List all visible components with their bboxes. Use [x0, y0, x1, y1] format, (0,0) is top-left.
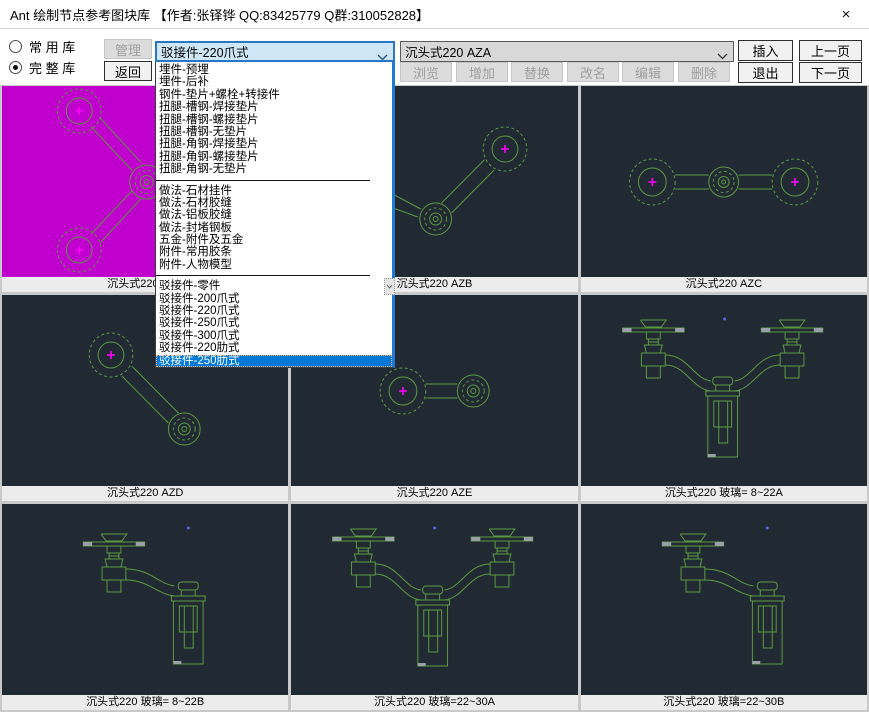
cell-caption: 沉头式220 AZC	[580, 277, 867, 292]
category-combobox[interactable]: 驳接件-220爪式	[155, 41, 395, 62]
cad-canvas[interactable]	[580, 504, 867, 695]
category-dropdown-list[interactable]: 埋件-预埋 埋件-后补 钢件-垫片+螺栓+转接件 扭腿-槽钢-焊接垫片 扭腿-槽钢-螺接…	[155, 62, 395, 368]
cell-caption: 沉头式220 玻璃= 8~22A	[580, 486, 867, 501]
dropdown-scrollbar-thumb[interactable]	[384, 278, 395, 295]
radio-common-icon[interactable]	[9, 39, 22, 53]
add-button[interactable]: 增加	[456, 62, 508, 82]
cad-canvas[interactable]	[291, 504, 578, 695]
close-button[interactable]: ×	[823, 0, 869, 28]
dropdown-item[interactable]: 扭腿-角钢-无垫片	[156, 163, 392, 175]
grid-cell-glass-8-22b[interactable]: 沉头式220 玻璃= 8~22B	[2, 504, 289, 710]
window-title: Ant 绘制节点参考图块库 【作者:张铎铧 QQ:83425779 Q群:310…	[10, 7, 430, 23]
cell-caption: 沉头式220 玻璃=22~30A	[291, 695, 578, 710]
cad-canvas[interactable]	[580, 86, 867, 277]
dropdown-item[interactable]: 驳接件-200爪式	[156, 293, 392, 305]
dropdown-item[interactable]: 驳接件-300爪式	[156, 330, 392, 342]
radio-full-library[interactable]: 完 整 库	[9, 58, 75, 76]
cell-caption: 沉头式220 玻璃= 8~22B	[2, 695, 289, 710]
app-window: { "window": { "title": "Ant 绘制节点参考图块库 【作…	[0, 0, 869, 712]
category-combobox-value: 驳接件-220爪式	[161, 46, 249, 60]
back-button[interactable]: 返回	[104, 61, 152, 81]
cad-canvas[interactable]	[580, 295, 867, 486]
radio-common-library[interactable]: 常 用 库	[9, 37, 75, 55]
dropdown-separator	[156, 179, 370, 181]
dropdown-item[interactable]: 埋件-后补	[156, 76, 392, 88]
dropdown-item[interactable]: 驳接件-零件	[156, 280, 392, 292]
cad-drawing-spider-2arm-side	[621, 317, 823, 458]
block-preview-grid: 沉头式220 AZA 沉头式220 AZB 沉头式220 AZC 沉头式220 …	[0, 85, 869, 712]
chevron-down-icon	[377, 50, 388, 60]
cad-canvas[interactable]	[2, 504, 289, 695]
dropdown-item[interactable]: 五金-附件及五金	[156, 234, 392, 246]
cad-drawing-spider-1arm-side	[82, 526, 206, 665]
grid-cell-glass-8-22a[interactable]: 沉头式220 玻璃= 8~22A	[580, 295, 867, 501]
next-page-button[interactable]: 下一页	[799, 62, 862, 83]
dropdown-item[interactable]: 扭腿-角钢-螺接垫片	[156, 151, 392, 163]
dropdown-item[interactable]: 钢件-垫片+螺栓+转接件	[156, 89, 392, 101]
grid-cell-azc[interactable]: 沉头式220 AZC	[580, 86, 867, 292]
grid-cell-glass-22-30a[interactable]: 沉头式220 玻璃=22~30A	[291, 504, 578, 710]
chevron-down-icon	[717, 49, 728, 61]
dropdown-item[interactable]: 驳接件-220肋式	[156, 342, 392, 354]
radio-full-icon[interactable]	[9, 60, 22, 74]
dropdown-item[interactable]: 驳接件-220爪式	[156, 305, 392, 317]
edit-button[interactable]: 编辑	[622, 62, 674, 82]
dropdown-item[interactable]: 做法-石材胶缝	[156, 197, 392, 209]
dropdown-item[interactable]: 做法-铝板胶缝	[156, 209, 392, 221]
dropdown-item[interactable]: 做法-封堵钢板	[156, 222, 392, 234]
cell-caption: 沉头式220 AZD	[2, 486, 289, 501]
cell-caption: 沉头式220 AZE	[291, 486, 578, 501]
browse-button[interactable]: 浏览	[400, 62, 452, 82]
cad-drawing-spider-2arm-inline-front	[628, 158, 818, 206]
block-combobox[interactable]: 沉头式220 AZA	[400, 41, 734, 62]
radio-full-label: 完 整 库	[29, 60, 76, 76]
dropdown-item[interactable]: 埋件-预埋	[156, 64, 392, 76]
exit-button[interactable]: 退出	[738, 62, 793, 83]
dropdown-item[interactable]: 驳接件-250爪式	[156, 317, 392, 329]
dropdown-item[interactable]: 扭腿-角钢-焊接垫片	[156, 138, 392, 150]
dropdown-item[interactable]: 扭腿-槽钢-螺接垫片	[156, 114, 392, 126]
dropdown-separator	[156, 275, 370, 277]
block-combobox-value: 沉头式220 AZA	[405, 46, 492, 60]
manage-button[interactable]: 管理	[104, 39, 152, 59]
title-bar: Ant 绘制节点参考图块库 【作者:张铎铧 QQ:83425779 Q群:310…	[0, 0, 869, 29]
dropdown-item[interactable]: 扭腿-槽钢-焊接垫片	[156, 101, 392, 113]
dropdown-item[interactable]: 做法-石材挂件	[156, 185, 392, 197]
delete-button[interactable]: 删除	[678, 62, 730, 82]
dropdown-item[interactable]: 附件-人物模型	[156, 259, 392, 271]
cad-drawing-spider-2arm-side	[332, 526, 534, 667]
toolbar: 常 用 库 完 整 库 管理 返回 驳接件-220爪式 沉头式220 AZA 插…	[0, 30, 869, 85]
cad-drawing-spider-1arm-side	[661, 526, 785, 665]
insert-button[interactable]: 插入	[738, 40, 793, 61]
dropdown-item[interactable]: 驳接件-250肋式	[156, 354, 392, 367]
rename-button[interactable]: 改名	[567, 62, 619, 82]
prev-page-button[interactable]: 上一页	[799, 40, 862, 61]
cell-caption: 沉头式220 玻璃=22~30B	[580, 695, 867, 710]
replace-button[interactable]: 替换	[511, 62, 563, 82]
grid-cell-glass-22-30b[interactable]: 沉头式220 玻璃=22~30B	[580, 504, 867, 710]
dropdown-item[interactable]: 附件-常用胶条	[156, 246, 392, 258]
radio-common-label: 常 用 库	[29, 39, 76, 55]
dropdown-item[interactable]: 扭腿-槽钢-无垫片	[156, 126, 392, 138]
